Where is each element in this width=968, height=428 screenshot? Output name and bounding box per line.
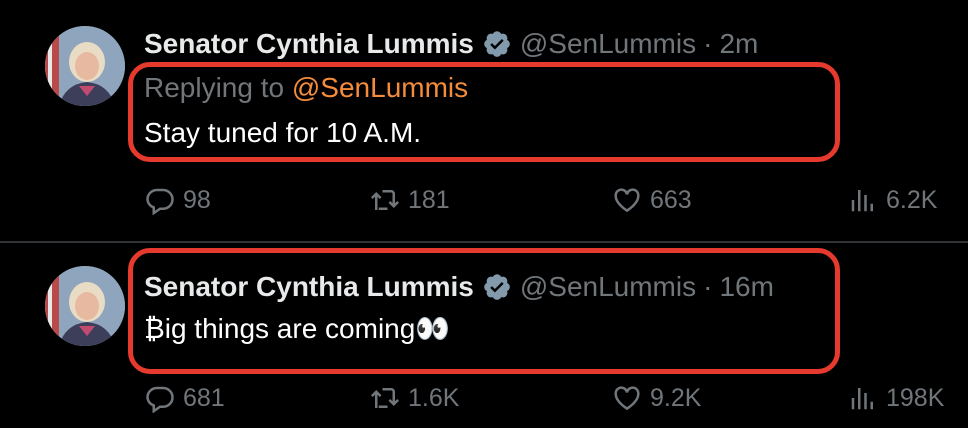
views-button[interactable]: 198K	[848, 378, 944, 418]
views-button[interactable]: 6.2K	[848, 180, 937, 220]
retweet-button[interactable]: 181	[370, 180, 450, 220]
like-count: 9.2K	[650, 383, 702, 412]
tweet-header: Senator Cynthia Lummis @SenLummis · 2m	[144, 26, 758, 62]
reply-button[interactable]: 681	[145, 378, 225, 418]
separator-dot: ·	[703, 28, 713, 59]
tweet-actions: 98 181 663 6.2K	[0, 180, 968, 220]
retweet-button[interactable]: 1.6K	[370, 378, 459, 418]
reply-button[interactable]: 98	[145, 180, 211, 220]
author-handle[interactable]: @SenLummis	[520, 28, 696, 60]
reply-count: 681	[183, 383, 225, 412]
views-icon	[851, 190, 873, 212]
retweet-count: 181	[408, 185, 450, 214]
tweet[interactable]: Senator Cynthia Lummis @SenLummis · 16m …	[0, 243, 968, 428]
retweet-count: 1.6K	[408, 383, 460, 412]
highlight-annotation	[128, 62, 840, 162]
author-name[interactable]: Senator Cynthia Lummis	[144, 28, 474, 60]
highlight-annotation	[128, 248, 840, 374]
retweet-icon	[370, 190, 400, 210]
tweet[interactable]: Senator Cynthia Lummis @SenLummis · 2m R…	[0, 0, 968, 242]
reply-icon	[146, 188, 174, 215]
like-icon	[614, 188, 640, 213]
avatar[interactable]	[45, 266, 125, 346]
tweet-actions: 681 1.6K 9.2K 198K	[0, 378, 968, 418]
reply-icon	[146, 386, 174, 413]
like-button[interactable]: 663	[612, 180, 692, 220]
views-count: 198K	[886, 383, 945, 412]
retweet-icon	[370, 388, 400, 408]
views-count: 6.2K	[886, 185, 938, 214]
like-icon	[614, 386, 640, 411]
verified-badge-icon[interactable]	[482, 29, 512, 59]
like-button[interactable]: 9.2K	[612, 378, 701, 418]
timestamp[interactable]: 2m	[719, 28, 758, 60]
like-count: 663	[650, 185, 692, 214]
avatar[interactable]	[45, 26, 125, 106]
avatar-image	[45, 26, 125, 106]
reply-count: 98	[183, 185, 211, 214]
avatar-image	[45, 266, 125, 346]
views-icon	[851, 388, 873, 410]
